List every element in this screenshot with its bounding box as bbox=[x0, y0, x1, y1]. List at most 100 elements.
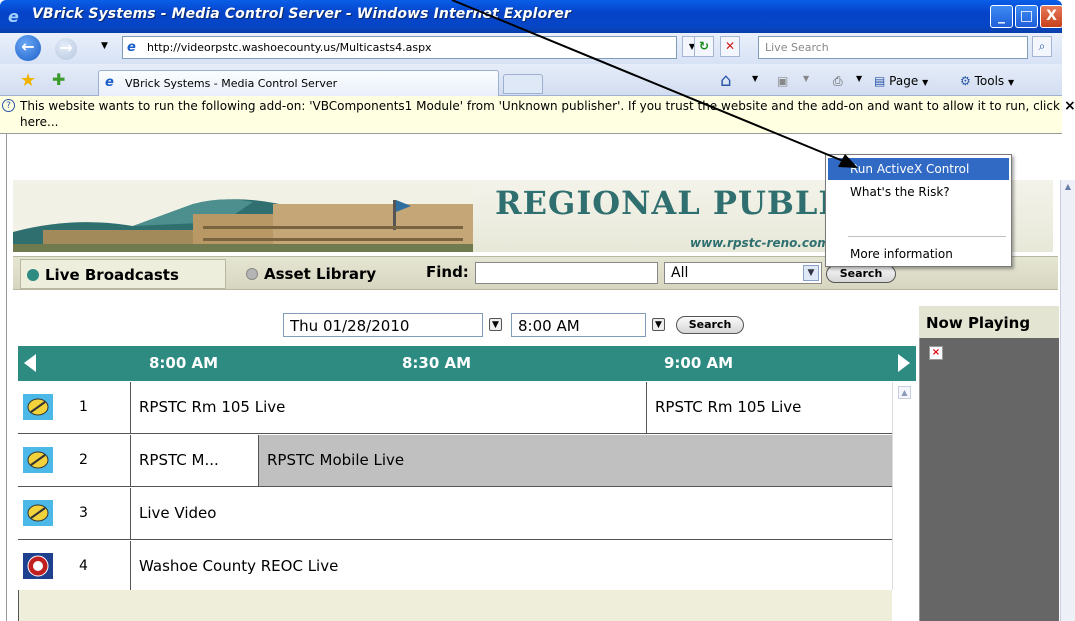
program-title: RPSTC Mobile Live bbox=[267, 451, 405, 469]
chevron-down-icon: ▼ bbox=[922, 78, 929, 87]
tab-label: VBrick Systems - Media Control Server bbox=[125, 77, 338, 90]
program-title: Washoe County REOC Live bbox=[139, 557, 339, 575]
feeds-dropdown[interactable]: ▼ bbox=[803, 74, 809, 83]
channel-row: 3 Live Video bbox=[18, 488, 892, 540]
forward-icon: → bbox=[59, 38, 73, 57]
home-dropdown[interactable]: ▼ bbox=[752, 74, 758, 83]
recent-pages-dropdown[interactable]: ▼ bbox=[101, 41, 108, 51]
asset-library-label: Asset Library bbox=[264, 265, 377, 283]
find-label: Find: bbox=[426, 263, 469, 281]
time-header-1: 8:00 AM bbox=[149, 354, 219, 372]
previous-time-icon[interactable] bbox=[24, 354, 36, 372]
scroll-up-icon[interactable]: ▲ bbox=[1062, 182, 1074, 196]
back-icon: ← bbox=[21, 37, 35, 56]
county-seal-icon[interactable] bbox=[23, 553, 53, 579]
scope-value: All bbox=[671, 265, 689, 281]
time-value: 8:00 AM bbox=[518, 317, 580, 335]
program-cell-current[interactable]: RPSTC Mobile Live bbox=[258, 435, 892, 486]
date-picker-button[interactable]: ▼ bbox=[489, 318, 502, 331]
channel-number: 4 bbox=[79, 558, 88, 574]
home-icon[interactable]: ⌂ bbox=[720, 70, 731, 91]
inactive-dot-icon bbox=[246, 268, 258, 280]
time-header-3: 9:00 AM bbox=[664, 354, 734, 372]
next-time-icon[interactable] bbox=[898, 354, 910, 372]
add-favorites-icon[interactable]: ✚ bbox=[52, 70, 65, 89]
menu-item-run-activex[interactable]: Run ActiveX Control bbox=[828, 158, 1009, 180]
schedule-search-button[interactable]: Search bbox=[676, 316, 744, 334]
print-dropdown[interactable]: ▼ bbox=[856, 74, 862, 83]
back-button[interactable]: ← bbox=[15, 35, 41, 61]
information-bar[interactable]: ? This website wants to run the followin… bbox=[0, 96, 1062, 134]
refresh-icon: ↻ bbox=[698, 39, 710, 53]
channel-row: 2 RPSTC M... RPSTC Mobile Live bbox=[18, 435, 892, 487]
broken-image-icon: × bbox=[929, 346, 943, 360]
search-button[interactable]: ⌕ bbox=[1032, 36, 1052, 57]
date-value: Thu 01/28/2010 bbox=[290, 317, 410, 335]
stop-icon: ✕ bbox=[724, 39, 736, 53]
program-cell[interactable]: RPSTC Rm 105 Live bbox=[646, 382, 892, 433]
menu-item-label: What's the Risk? bbox=[850, 185, 950, 199]
now-playing-title: Now Playing bbox=[926, 314, 1031, 332]
favorites-star-icon[interactable]: ★ bbox=[20, 70, 36, 91]
window-title: VBrick Systems - Media Control Server - … bbox=[32, 6, 571, 22]
menu-item-more-information[interactable]: More information bbox=[828, 243, 1009, 265]
channel-row: 1 RPSTC Rm 105 Live RPSTC Rm 105 Live bbox=[18, 382, 892, 434]
schedule-footer bbox=[18, 590, 892, 621]
find-input[interactable] bbox=[475, 262, 658, 284]
minimize-button[interactable]: _ bbox=[990, 5, 1013, 28]
chevron-down-icon[interactable]: ▼ bbox=[803, 265, 819, 281]
menu-item-whats-the-risk[interactable]: What's the Risk? bbox=[828, 181, 1009, 203]
program-title: RPSTC Rm 105 Live bbox=[655, 398, 802, 416]
ie-icon: e bbox=[105, 75, 114, 90]
url-text: http://videorpstc.washoecounty.us/Multic… bbox=[147, 41, 432, 54]
satellite-icon[interactable] bbox=[23, 500, 53, 526]
find-scope-select[interactable]: All ▼ bbox=[664, 262, 822, 284]
live-search-input[interactable]: Live Search bbox=[758, 36, 1028, 59]
info-bar-message: This website wants to run the following … bbox=[20, 99, 1060, 129]
tab-asset-library[interactable]: Asset Library bbox=[230, 259, 412, 289]
menu-separator bbox=[848, 236, 1006, 237]
schedule-time-header: 8:00 AM 8:30 AM 9:00 AM bbox=[18, 346, 916, 381]
search-icon: ⌕ bbox=[1038, 39, 1046, 53]
chevron-down-icon: ▼ bbox=[1007, 78, 1015, 87]
program-cell[interactable]: Washoe County REOC Live bbox=[130, 541, 892, 592]
menu-item-label: More information bbox=[850, 247, 953, 261]
channel-row: 4 Washoe County REOC Live bbox=[18, 541, 892, 593]
tools-menu[interactable]: ⚙ Tools ▼ bbox=[960, 74, 1014, 88]
new-tab-button[interactable] bbox=[503, 74, 543, 94]
program-cell[interactable]: RPSTC Rm 105 Live bbox=[130, 382, 646, 433]
time-field[interactable]: 8:00 AM bbox=[511, 313, 646, 337]
date-field[interactable]: Thu 01/28/2010 bbox=[283, 313, 483, 337]
forward-button[interactable]: → bbox=[55, 38, 77, 60]
tab-active[interactable]: e VBrick Systems - Media Control Server bbox=[98, 70, 499, 96]
find-search-button[interactable]: Search bbox=[826, 265, 896, 283]
page-menu-label: Page bbox=[889, 74, 919, 88]
tools-menu-label: Tools bbox=[974, 74, 1005, 88]
close-button[interactable]: X bbox=[1040, 5, 1063, 28]
banner-url: www.rpstc-reno.com bbox=[690, 236, 830, 250]
feeds-icon[interactable]: ▣ bbox=[777, 74, 788, 88]
page-menu[interactable]: ▤ Page ▼ bbox=[874, 74, 928, 88]
building-image bbox=[13, 186, 473, 252]
maximize-button[interactable]: □ bbox=[1015, 5, 1038, 28]
refresh-button[interactable]: ↻ bbox=[694, 36, 714, 57]
navigation-bar: ← → ▼ e http://videorpstc.washoecounty.u… bbox=[0, 33, 1062, 64]
satellite-icon[interactable] bbox=[23, 447, 53, 473]
stop-button[interactable]: ✕ bbox=[720, 36, 740, 57]
info-bar-close-icon[interactable]: × bbox=[1064, 98, 1075, 114]
satellite-icon[interactable] bbox=[23, 394, 53, 420]
program-cell[interactable]: RPSTC M... bbox=[130, 435, 258, 486]
info-question-icon: ? bbox=[2, 99, 15, 112]
scroll-up-icon[interactable]: ▲ bbox=[898, 386, 911, 399]
time-picker-button[interactable]: ▼ bbox=[652, 318, 665, 331]
print-icon[interactable]: ⎙ bbox=[833, 74, 843, 89]
schedule-scrollbar[interactable]: ▲ bbox=[892, 382, 916, 590]
program-title: RPSTC Rm 105 Live bbox=[139, 398, 286, 416]
tab-bar: ★ ✚ e VBrick Systems - Media Control Ser… bbox=[0, 64, 1062, 96]
tools-gear-icon: ⚙ bbox=[960, 74, 971, 88]
page-scrollbar[interactable]: ▲ bbox=[1060, 180, 1075, 621]
active-dot-icon bbox=[27, 269, 39, 281]
program-cell[interactable]: Live Video bbox=[130, 488, 892, 539]
tab-live-broadcasts[interactable]: Live Broadcasts bbox=[20, 259, 226, 289]
address-bar[interactable]: e http://videorpstc.washoecounty.us/Mult… bbox=[122, 36, 677, 59]
